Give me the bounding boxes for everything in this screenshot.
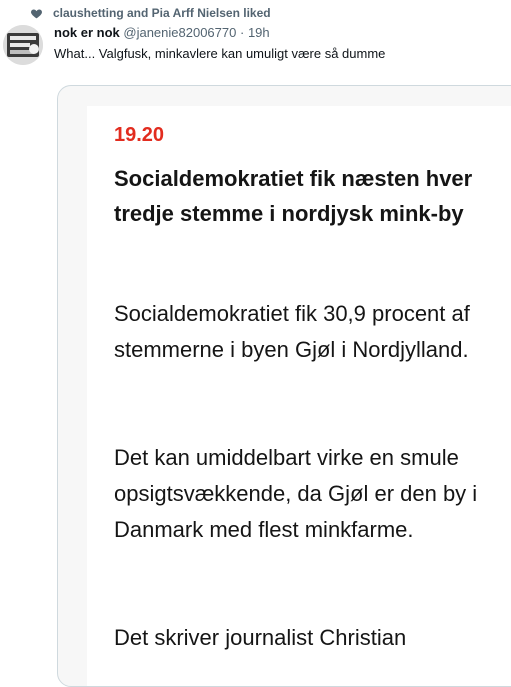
avatar-image — [3, 25, 43, 65]
display-name[interactable]: nok er nok — [54, 25, 120, 40]
tweet-header: nok er nok @janenie82006770 · 19h — [54, 25, 270, 40]
separator-dot: · — [239, 25, 245, 40]
user-handle[interactable]: @janenie82006770 — [123, 25, 236, 40]
article-time: 19.20 — [114, 124, 165, 146]
tweet-text: What... Valgfusk, minkavlere kan umuligt… — [54, 46, 386, 61]
article-screenshot: 19.20 Socialdemokratiet fik næsten hver … — [87, 106, 511, 686]
social-context: claushetting and Pia Arff Nielsen liked — [30, 5, 271, 21]
article-paragraph: Det skriver journalist Christian — [114, 625, 407, 650]
article-paragraph: Socialdemokratiet fik 30,9 procent af st… — [114, 301, 470, 362]
tweet-timestamp[interactable]: 19h — [248, 25, 270, 40]
avatar[interactable] — [3, 25, 43, 65]
heart-icon — [31, 8, 42, 18]
liked-by-text[interactable]: claushetting and Pia Arff Nielsen liked — [53, 6, 271, 20]
tweet-media-image[interactable]: 19.20 Socialdemokratiet fik næsten hver … — [57, 85, 511, 687]
article-paragraph: Det kan umiddelbart virke en smule opsig… — [114, 445, 478, 542]
article-headline: Socialdemokratiet fik næsten hver tredje… — [114, 166, 473, 226]
